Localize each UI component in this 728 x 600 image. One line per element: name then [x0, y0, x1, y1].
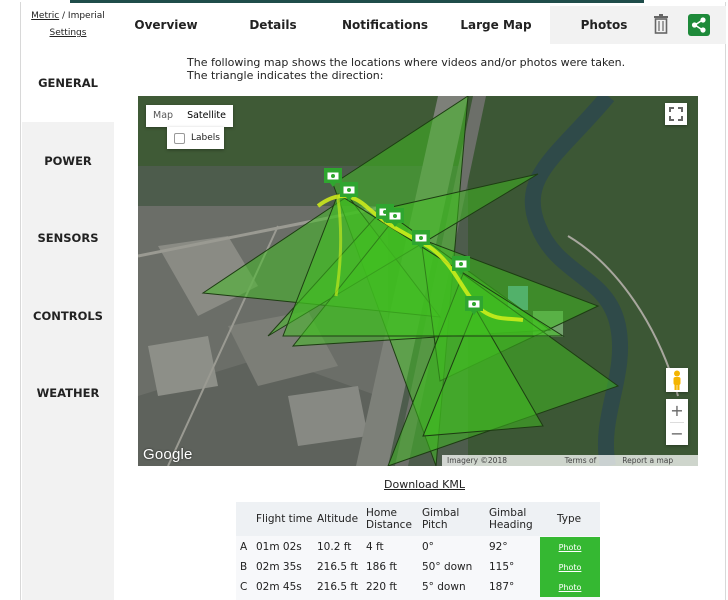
units-separator: /: [59, 11, 68, 21]
trash-icon[interactable]: [653, 14, 669, 34]
row-b-altitude: 216.5 ft: [317, 561, 359, 573]
tab-notifications[interactable]: Notifications: [328, 6, 442, 44]
terms-link[interactable]: Terms of Use: [560, 455, 618, 466]
intro-text: The following map shows the locations wh…: [187, 56, 707, 82]
row-c-id: C: [240, 581, 248, 593]
tab-overview[interactable]: Overview: [114, 6, 218, 44]
tab-bar: Overview Details Notifications Large Map…: [114, 6, 658, 44]
sidebar-item-weather[interactable]: WEATHER: [22, 354, 114, 432]
share-icon[interactable]: [688, 14, 710, 36]
zoom-out-button[interactable]: −: [666, 422, 688, 445]
row-c-type-cell: Photo: [540, 577, 600, 597]
fullscreen-icon[interactable]: [665, 103, 687, 125]
imagery-credit: Imagery ©2018 DigitalGlobe: [447, 456, 507, 465]
metric-link[interactable]: Metric: [31, 11, 59, 21]
row-a-id: A: [240, 541, 248, 553]
header-pitch-line1: Gimbal: [422, 507, 460, 519]
row-c-gimbal-pitch: 5° down: [422, 581, 466, 593]
settings-link[interactable]: Settings: [50, 28, 87, 38]
report-map-error-link[interactable]: Report a map error: [617, 455, 698, 466]
row-a-home-distance: 4 ft: [366, 541, 384, 553]
header-flight-time: Flight time: [256, 513, 313, 525]
units-settings: Metric / Imperial Settings: [22, 8, 114, 42]
row-b-flight-time: 02m 35s: [256, 561, 302, 573]
street-view-pegman-icon[interactable]: [666, 368, 688, 392]
row-a-altitude: 10.2 ft: [317, 541, 352, 553]
row-b-id: B: [240, 561, 248, 573]
row-a-gimbal-heading: 92°: [489, 541, 508, 553]
header-pitch-line2: Pitch: [422, 519, 448, 531]
photo-location-map[interactable]: Map Satellite Labels + − Google Imagery …: [138, 96, 698, 466]
intro-line-2: The triangle indicates the direction:: [187, 69, 384, 82]
tab-actions: [644, 6, 726, 44]
header-home-distance: Home Distance: [366, 507, 412, 531]
row-b-home-distance: 186 ft: [366, 561, 398, 573]
header-gimbal-pitch: Gimbal Pitch: [422, 507, 459, 531]
row-a-flight-time: 01m 02s: [256, 541, 302, 553]
download-kml-link[interactable]: Download KML: [384, 478, 465, 491]
header-gimbal-heading: Gimbal Heading: [489, 507, 533, 531]
row-b-photo-link[interactable]: Photo: [559, 563, 582, 572]
zoom-in-button[interactable]: +: [666, 399, 688, 422]
row-c-gimbal-heading: 187°: [489, 581, 515, 593]
imperial-label: Imperial: [67, 11, 105, 21]
row-b-gimbal-heading: 115°: [489, 561, 515, 573]
row-c-flight-time: 02m 45s: [256, 581, 302, 593]
sidebar-item-general[interactable]: GENERAL: [22, 44, 114, 122]
sidebar-item-controls[interactable]: CONTROLS: [22, 277, 114, 355]
tab-details[interactable]: Details: [218, 6, 328, 44]
map-type-satellite-button[interactable]: Satellite: [180, 105, 233, 127]
header-altitude: Altitude: [317, 513, 359, 525]
row-c-home-distance: 220 ft: [366, 581, 398, 593]
row-c-photo-link[interactable]: Photo: [559, 583, 582, 592]
labels-toggle: Labels: [167, 127, 224, 149]
sidebar: GENERAL POWER SENSORS CONTROLS WEATHER: [22, 44, 114, 600]
header-heading-line1: Gimbal: [489, 507, 527, 519]
row-b-type-cell: Photo: [540, 557, 600, 577]
header-home-line2: Distance: [366, 519, 412, 531]
row-a-photo-link[interactable]: Photo: [559, 543, 582, 552]
row-a-type-cell: Photo: [540, 537, 600, 557]
sidebar-item-power[interactable]: POWER: [22, 122, 114, 200]
row-b-gimbal-pitch: 50° down: [422, 561, 473, 573]
intro-line-1: The following map shows the locations wh…: [187, 56, 626, 69]
header-home-line1: Home: [366, 507, 398, 519]
header-heading-line2: Heading: [489, 519, 533, 531]
tab-photos[interactable]: Photos: [550, 6, 658, 44]
zoom-separator: [670, 422, 684, 423]
map-type-map-button[interactable]: Map: [146, 105, 180, 127]
satellite-map-canvas: [138, 96, 698, 466]
sidebar-item-sensors[interactable]: SENSORS: [22, 199, 114, 277]
row-a-gimbal-pitch: 0°: [422, 541, 434, 553]
labels-label: Labels: [191, 133, 220, 143]
tab-large-map[interactable]: Large Map: [442, 6, 550, 44]
map-type-control: Map Satellite: [146, 105, 233, 127]
map-attribution: Imagery ©2018 DigitalGlobe Terms of Use …: [442, 455, 698, 466]
google-logo: Google: [143, 446, 193, 463]
zoom-control: + −: [666, 399, 688, 445]
labels-checkbox[interactable]: [174, 132, 185, 144]
header-type: Type: [557, 513, 582, 525]
row-c-altitude: 216.5 ft: [317, 581, 359, 593]
